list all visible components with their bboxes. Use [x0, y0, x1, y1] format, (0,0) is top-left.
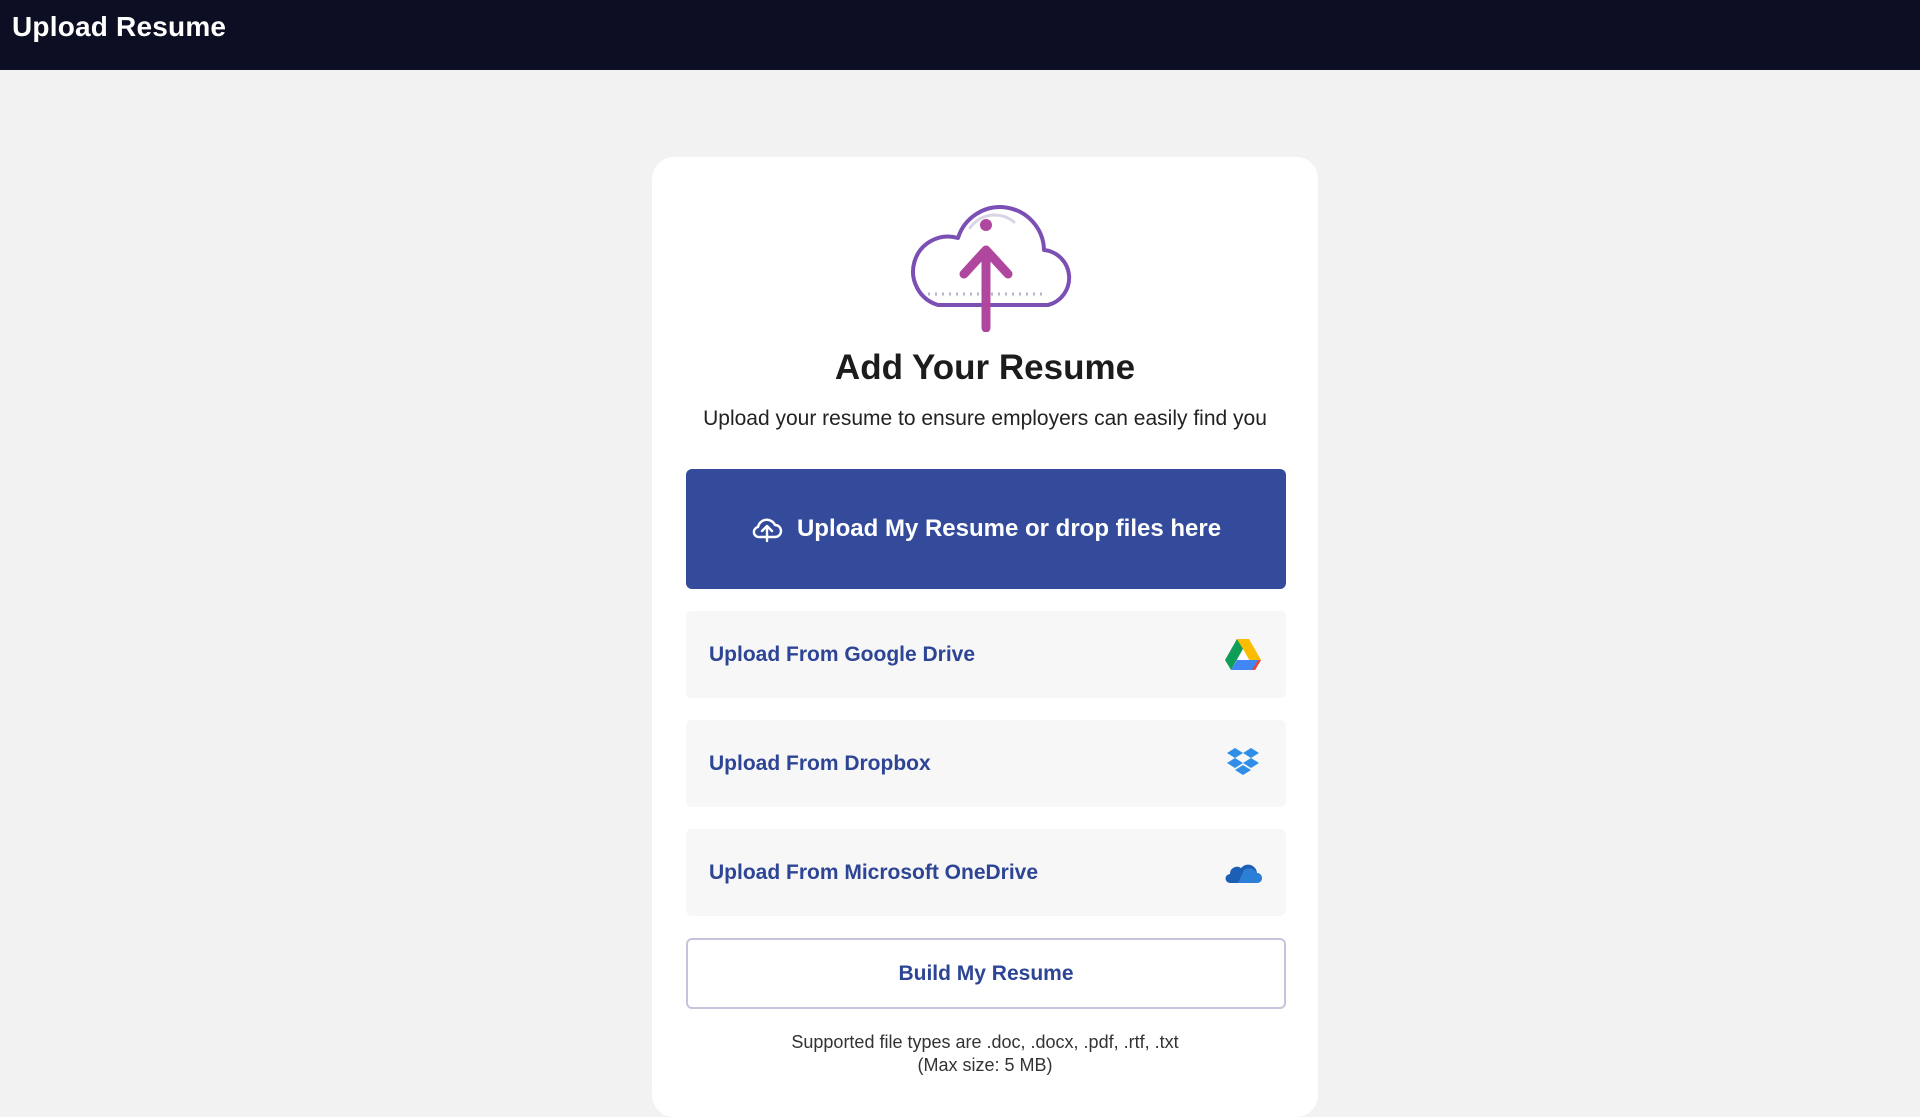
top-bar: Upload Resume [0, 0, 1920, 70]
supported-file-types-note: Supported file types are .doc, .docx, .p… [791, 1032, 1179, 1052]
upload-resume-button[interactable]: Upload My Resume or drop files here [686, 469, 1286, 589]
onedrive-label: Upload From Microsoft OneDrive [709, 861, 1039, 884]
google-drive-label: Upload From Google Drive [709, 643, 976, 666]
max-size-note: (Max size: 5 MB) [917, 1055, 1053, 1075]
onedrive-icon [1225, 864, 1262, 883]
card-subheading: Upload your resume to ensure employers c… [703, 407, 1267, 430]
upload-dropbox-button[interactable]: Upload From Dropbox [686, 720, 1286, 807]
google-drive-icon [1225, 639, 1261, 670]
cloud-upload-icon [911, 205, 1072, 332]
dropbox-label: Upload From Dropbox [709, 752, 931, 775]
page-title: Upload Resume [12, 11, 227, 42]
dropbox-icon [1227, 748, 1259, 775]
build-resume-label: Build My Resume [898, 961, 1074, 985]
upload-resume-label: Upload My Resume or drop files here [796, 515, 1222, 542]
build-resume-button[interactable]: Build My Resume [686, 938, 1286, 1009]
upload-google-drive-button[interactable]: Upload From Google Drive [686, 611, 1286, 698]
upload-onedrive-button[interactable]: Upload From Microsoft OneDrive [686, 829, 1286, 916]
card-heading: Add Your Resume [834, 348, 1136, 387]
cloud-upload-icon [751, 513, 783, 545]
